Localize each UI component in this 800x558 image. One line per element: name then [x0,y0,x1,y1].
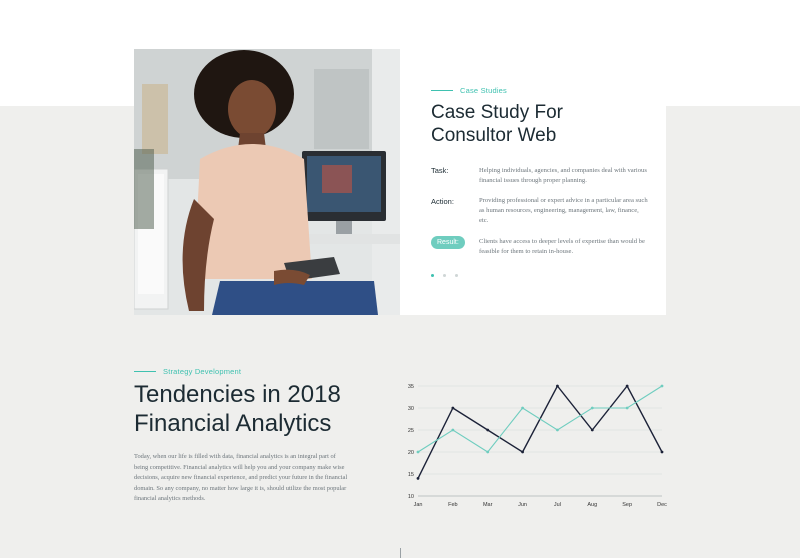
slide-dot-3[interactable] [455,274,458,277]
strategy-body: Today, when our life is filled with data… [134,453,348,502]
series-point-1 [590,428,594,432]
series-point-2 [451,428,455,432]
slide-dot-1[interactable] [431,274,434,277]
series-line-2 [417,385,663,453]
x-tick-label: Feb [448,502,457,508]
task-label: Task: [431,166,449,175]
x-tick-label: Dec [657,502,667,508]
x-tick-label: Mar [483,502,493,508]
series-point-1 [660,450,664,454]
case-studies-eyebrow: Case Studies [431,86,507,95]
y-tick-label: 15 [408,472,414,478]
series-point-1 [556,384,559,388]
woman-with-tablet-image [134,49,400,315]
task-text: Helping individuals, agencies, and compa… [479,167,647,184]
eyebrow-line [134,371,156,372]
financial-analytics-line-chart: 10 15 20 25 30 35 Jan Feb Mar Jun Jul Aug Sep Dec [408,384,667,508]
slider-pagination [431,274,458,277]
strategy-title: Tendencies in 2018 Financial Analytics [134,381,341,437]
series-point-2 [660,384,664,388]
case-study-card: Case Studies Case Study For Consultor We… [400,49,666,315]
case-study-photo [134,49,400,315]
eyebrow-text: Case Studies [460,86,508,95]
series-point-2 [416,450,420,454]
strategy-eyebrow: Strategy Development [134,367,241,376]
eyebrow-text: Strategy Development [163,367,242,376]
case-study-title: Case Study For Consultor Web [431,102,563,146]
x-tick-label: Sep [622,502,632,508]
y-tick-label: 20 [408,450,414,456]
x-tick-label: Jul [554,502,561,508]
action-label: Action: [431,197,454,206]
eyebrow-line [431,90,453,91]
series-point-2 [556,428,559,432]
y-tick-label: 35 [408,384,414,390]
action-text: Providing professional or expert advice … [479,197,648,224]
series-line-1 [417,384,663,479]
slide-dot-2[interactable] [443,274,446,277]
series-point-1 [625,384,629,388]
series-point-2 [590,406,594,410]
x-tick-label: Jan [414,502,423,508]
scroll-divider [400,548,401,558]
series-point-1 [486,428,490,432]
y-tick-label: 25 [408,428,414,434]
series-point-1 [451,406,455,410]
y-tick-label: 30 [408,406,414,412]
series-point-1 [521,450,524,454]
result-text: Clients have access to deeper levels of … [479,238,645,255]
x-tick-label: Jun [518,502,527,508]
result-label: Result: [431,236,465,249]
series-point-2 [521,406,524,410]
series-point-2 [486,450,490,454]
y-tick-label: 10 [408,494,414,500]
series-point-2 [625,406,629,410]
series-point-1 [416,477,420,480]
x-tick-label: Aug [587,502,597,508]
